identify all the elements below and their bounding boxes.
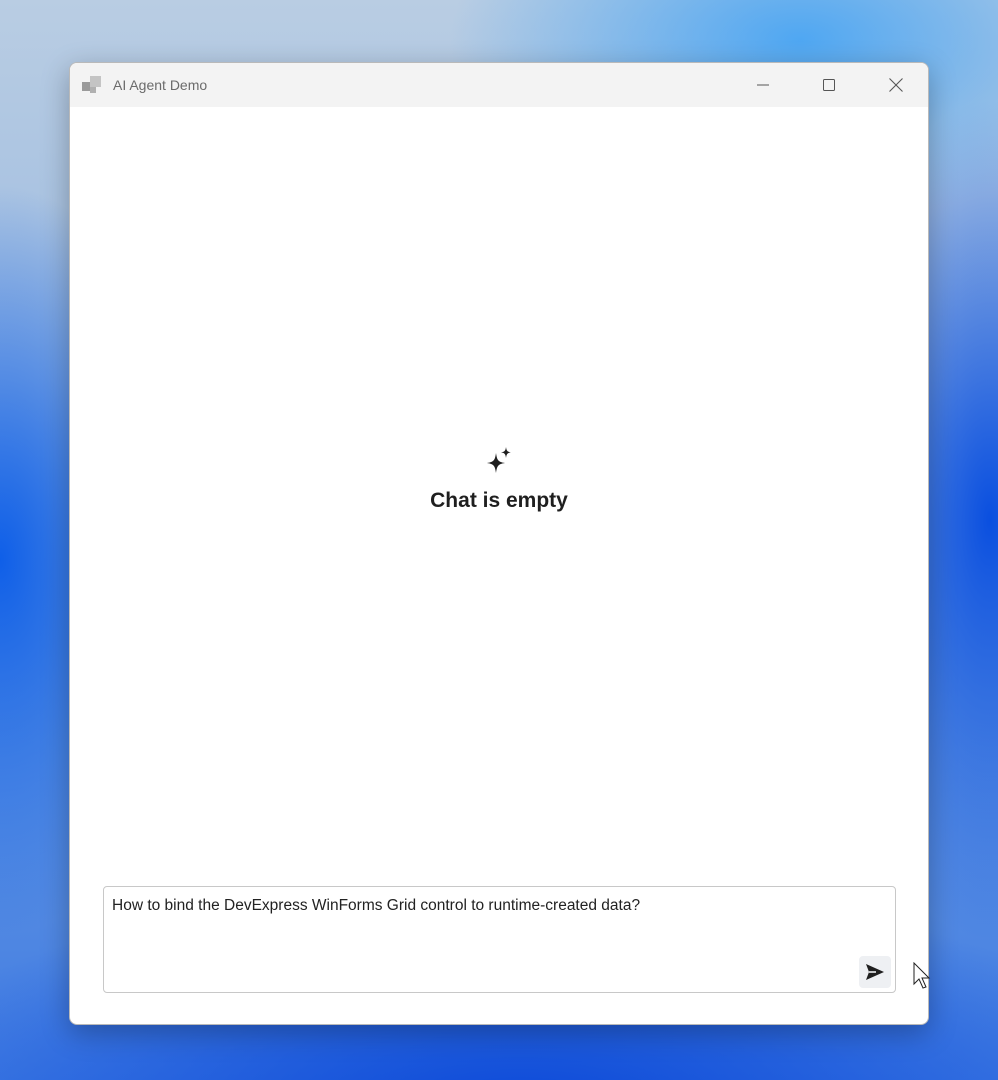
send-icon bbox=[866, 964, 884, 980]
app-icon bbox=[82, 76, 101, 93]
minimize-button[interactable] bbox=[730, 63, 796, 107]
maximize-button[interactable] bbox=[796, 63, 862, 107]
minimize-icon bbox=[757, 84, 769, 86]
chat-empty-state: Chat is empty bbox=[70, 445, 928, 513]
close-icon bbox=[889, 78, 903, 92]
message-input[interactable]: How to bind the DevExpress WinForms Grid… bbox=[103, 886, 896, 993]
app-window: AI Agent Demo Chat is empty How to bind … bbox=[69, 62, 929, 1025]
sparkle-icon bbox=[487, 447, 511, 473]
title-bar[interactable]: AI Agent Demo bbox=[70, 63, 928, 107]
window-title: AI Agent Demo bbox=[113, 77, 208, 93]
message-input-text[interactable]: How to bind the DevExpress WinForms Grid… bbox=[112, 896, 852, 915]
chat-empty-text: Chat is empty bbox=[430, 489, 568, 512]
maximize-icon bbox=[823, 79, 835, 91]
mouse-cursor-icon bbox=[913, 962, 931, 989]
send-button[interactable] bbox=[859, 956, 891, 988]
close-button[interactable] bbox=[863, 63, 928, 107]
